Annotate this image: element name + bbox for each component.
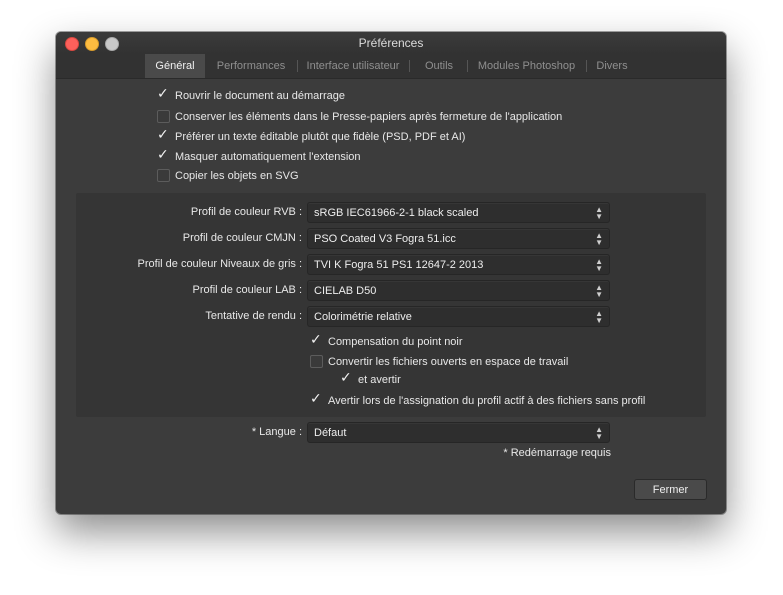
tab-outils[interactable]: Outils [414, 54, 464, 78]
option-label: Préférer un texte éditable plutôt que fi… [175, 131, 466, 144]
option-label: Compensation du point noir [328, 336, 463, 349]
select-value: PSO Coated V3 Fogra 51.icc [314, 233, 456, 245]
select-value: Colorimétrie relative [314, 311, 412, 323]
updown-arrows-icon: ▲ ▼ [595, 309, 603, 325]
option-and-warn[interactable]: et avertir [340, 369, 401, 388]
select-value: TVI K Fogra 51 PS1 12647-2 2013 [314, 259, 484, 271]
updown-arrows-icon: ▲ ▼ [595, 283, 603, 299]
window-title: Préférences [358, 36, 424, 50]
preferences-window: Préférences Général Performances Interfa… [56, 32, 726, 514]
option-label: Copier les objets en SVG [175, 170, 299, 183]
tab-performances[interactable]: Performances [209, 54, 293, 78]
cmyk-profile-select[interactable]: PSO Coated V3 Fogra 51.icc ▲ ▼ [307, 228, 610, 249]
language-select[interactable]: Défaut ▲ ▼ [307, 422, 610, 443]
tab-separator [586, 60, 587, 72]
checkbox-checked-icon[interactable] [340, 369, 353, 386]
checkbox-checked-icon[interactable] [310, 331, 323, 348]
checkbox-checked-icon[interactable] [310, 390, 323, 407]
cmyk-profile-label: Profil de couleur CMJN : [182, 232, 302, 244]
checkbox-checked-icon[interactable] [157, 146, 170, 163]
option-copy-svg[interactable]: Copier les objets en SVG [157, 168, 299, 184]
rgb-profile-label: Profil de couleur RVB : [190, 206, 302, 218]
title-bar[interactable]: Préférences [56, 32, 726, 54]
checkbox-unchecked-icon[interactable] [157, 109, 170, 123]
tab-general[interactable]: Général [145, 54, 205, 78]
option-warn-assign-profile[interactable]: Avertir lors de l'assignation du profil … [310, 390, 646, 409]
option-label: Avertir lors de l'assignation du profil … [328, 395, 646, 408]
tab-divers[interactable]: Divers [589, 54, 635, 78]
option-black-point-compensation[interactable]: Compensation du point noir [310, 331, 463, 350]
select-value: sRGB IEC61966-2-1 black scaled [314, 207, 479, 219]
option-label: Convertir les fichiers ouverts en espace… [328, 356, 569, 369]
tab-separator [409, 60, 410, 72]
option-label: et avertir [358, 374, 401, 387]
option-hide-extension[interactable]: Masquer automatiquement l'extension [157, 146, 361, 165]
grayscale-profile-select[interactable]: TVI K Fogra 51 PS1 12647-2 2013 ▲ ▼ [307, 254, 610, 275]
checkbox-checked-icon[interactable] [157, 126, 170, 143]
close-button[interactable]: Fermer [634, 479, 707, 500]
checkbox-unchecked-icon[interactable] [157, 168, 170, 182]
updown-arrows-icon: ▲ ▼ [595, 205, 603, 221]
tab-modules-photoshop[interactable]: Modules Photoshop [470, 54, 583, 78]
lab-profile-label: Profil de couleur LAB : [192, 284, 302, 296]
option-convert-to-working-space[interactable]: Convertir les fichiers ouverts en espace… [310, 354, 568, 370]
checkbox-checked-icon[interactable] [157, 85, 170, 102]
option-prefer-editable-text[interactable]: Préférer un texte éditable plutôt que fi… [157, 126, 466, 145]
language-label: * Langue : [251, 426, 302, 438]
rendering-intent-label: Tentative de rendu : [205, 310, 302, 322]
option-label: Rouvrir le document au démarrage [175, 90, 345, 103]
select-value: Défaut [314, 427, 347, 439]
grayscale-profile-label: Profil de couleur Niveaux de gris : [137, 258, 302, 270]
tab-bar: Général Performances Interface utilisate… [56, 54, 726, 79]
select-value: CIELAB D50 [314, 285, 377, 297]
updown-arrows-icon: ▲ ▼ [595, 257, 603, 273]
lab-profile-select[interactable]: CIELAB D50 ▲ ▼ [307, 280, 610, 301]
rendering-intent-select[interactable]: Colorimétrie relative ▲ ▼ [307, 306, 610, 327]
checkbox-unchecked-icon[interactable] [310, 354, 323, 368]
option-reopen-document[interactable]: Rouvrir le document au démarrage [157, 85, 345, 104]
restart-required-note: * Redémarrage requis [503, 447, 611, 459]
option-label: Masquer automatiquement l'extension [175, 151, 361, 164]
rgb-profile-select[interactable]: sRGB IEC61966-2-1 black scaled ▲ ▼ [307, 202, 610, 223]
updown-arrows-icon: ▲ ▼ [595, 231, 603, 247]
option-keep-clipboard[interactable]: Conserver les éléments dans le Presse-pa… [157, 109, 562, 125]
tab-interface[interactable]: Interface utilisateur [302, 54, 404, 78]
updown-arrows-icon: ▲ ▼ [595, 425, 603, 441]
option-label: Conserver les éléments dans le Presse-pa… [175, 111, 563, 124]
tab-separator [467, 60, 468, 72]
tab-separator [297, 60, 298, 72]
